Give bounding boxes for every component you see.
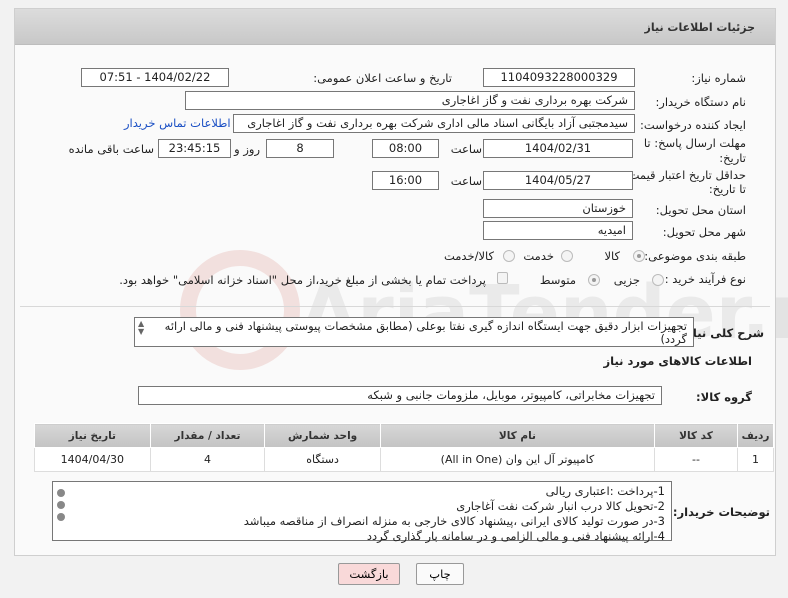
process-radio-medium[interactable] [588,274,600,286]
creator-field[interactable]: سیدمجتبی آزاد بایگانی اسناد مالی اداری ش… [233,114,635,133]
deadline-label: مهلت ارسال پاسخ: تا [643,136,746,150]
col-date: تاریخ نیاز [34,423,151,448]
buyer-notes-field[interactable]: 1-پرداخت :اعتباری ریالی 2-تحویل کالا درب… [52,481,672,543]
deadline-date-field[interactable]: 1404/02/31 [483,139,633,158]
col-row: ردیف [737,423,774,448]
category-option-goods-service: کالا/خدمت [443,249,494,263]
validity-date-field[interactable]: 1404/05/27 [483,171,633,190]
deadline-label-date: تاریخ: [719,151,746,165]
city-field[interactable]: امیدیه [483,221,633,240]
days-field[interactable]: 8 [266,139,334,158]
deadline-time-label: ساعت [450,142,482,156]
process-label: نوع فرآیند خرید : [664,272,746,286]
remaining-time-field[interactable]: 23:45:15 [158,139,231,158]
col-name: نام کالا [379,423,655,448]
goods-table: ردیف کد کالا نام کالا واحد شمارش تعداد /… [34,423,774,472]
col-unit: واحد شمارش [264,423,381,448]
table-row[interactable]: 1 -- کامپیوتر آل این وان (All in One) دس… [34,447,774,472]
buyer-notes-label: توضیحات خریدار: [672,505,770,519]
days-label: روز و [234,142,260,156]
cell-unit: دستگاه [264,447,381,472]
cell-name: کامپیوتر آل این وان (All in One) [379,447,655,472]
cell-date: 1404/04/30 [34,447,151,472]
province-label: استان محل تحویل: [655,203,746,217]
back-button[interactable]: بازگشت [338,563,400,585]
divider [20,306,770,307]
scroll-dot-icon [57,489,65,497]
cell-qty: 4 [149,447,266,472]
treasury-payment-checkbox[interactable] [497,272,508,284]
cell-code: -- [653,447,739,472]
validity-time-label: ساعت [450,174,482,188]
validity-label: حداقل تاریخ اعتبار قیمت: [624,168,746,182]
panel-header: جزئیات اطلاعات نیاز [15,9,775,45]
print-button[interactable]: چاپ [416,563,464,585]
description-text: تجهیزات ابزار دقیق جهت ایستگاه اندازه گی… [164,319,687,346]
description-label: شرح کلی نیاز: [681,326,764,340]
deadline-time-field[interactable]: 08:00 [372,139,439,158]
col-qty: تعداد / مقدار [149,423,266,448]
province-field[interactable]: خوزستان [483,199,633,218]
validity-time-field[interactable]: 16:00 [372,171,439,190]
city-label: شهر محل تحویل: [662,225,746,239]
validity-label-date: تا تاریخ: [708,182,746,196]
category-label: طبقه بندی موضوعی: [644,249,746,263]
category-radio-goods-service[interactable] [503,250,515,262]
remaining-time-label: ساعت باقی مانده [68,142,154,156]
buyer-field[interactable]: شرکت بهره برداری نفت و گاز اغاجاری [185,91,635,110]
need-number-field[interactable]: 1104093228000329 [483,68,635,87]
description-field[interactable]: تجهیزات ابزار دقیق جهت ایستگاه اندازه گی… [134,317,694,347]
category-option-service: خدمت [523,249,554,263]
category-option-goods: کالا [604,249,620,263]
process-option-minor: جزیی [613,273,640,287]
goods-group-field[interactable]: تجهیزات مخابراتی، کامپیوتر، موبایل، ملزو… [138,386,662,405]
creator-label: ایجاد کننده درخواست: [640,118,746,132]
announce-date-field[interactable]: 1404/02/22 - 07:51 [81,68,229,87]
scroll-dot-icon [57,513,65,521]
buyer-contact-link[interactable]: اطلاعات تماس خریدار [124,116,231,130]
page-title: جزئیات اطلاعات نیاز [644,21,756,34]
goods-section-title: اطلاعات کالاهای مورد نیاز [603,354,752,368]
process-option-medium: متوسط [539,273,576,287]
scroll-dot-icon [57,501,65,509]
process-radio-minor[interactable] [652,274,664,286]
scroll-arrows-icon[interactable]: ▲ ▼ [138,320,144,336]
category-radio-goods[interactable] [633,250,645,262]
notes-scrollbar[interactable] [55,485,67,539]
goods-table-header: ردیف کد کالا نام کالا واحد شمارش تعداد /… [34,423,774,448]
announce-date-label: تاریخ و ساعت اعلان عمومی: [313,71,452,85]
goods-group-label: گروه کالا: [696,390,752,404]
note-line: 4-ارائه پیشنهاد فنی و مالی الزامی و در س… [366,529,665,543]
category-radio-service[interactable] [561,250,573,262]
note-line: 3-در صورت تولید کالای ایرانی ،پیشنهاد کا… [243,514,665,528]
treasury-payment-note: پرداخت تمام یا بخشی از مبلغ خرید،از محل … [119,273,486,287]
note-line: 1-پرداخت :اعتباری ریالی [545,484,665,498]
need-number-label: شماره نیاز: [691,71,746,85]
note-line: 2-تحویل کالا درب انبار شرکت نفت آغاجاری [456,499,665,513]
buyer-label: نام دستگاه خریدار: [655,95,746,109]
col-code: کد کالا [653,423,739,448]
cell-row: 1 [737,447,774,472]
